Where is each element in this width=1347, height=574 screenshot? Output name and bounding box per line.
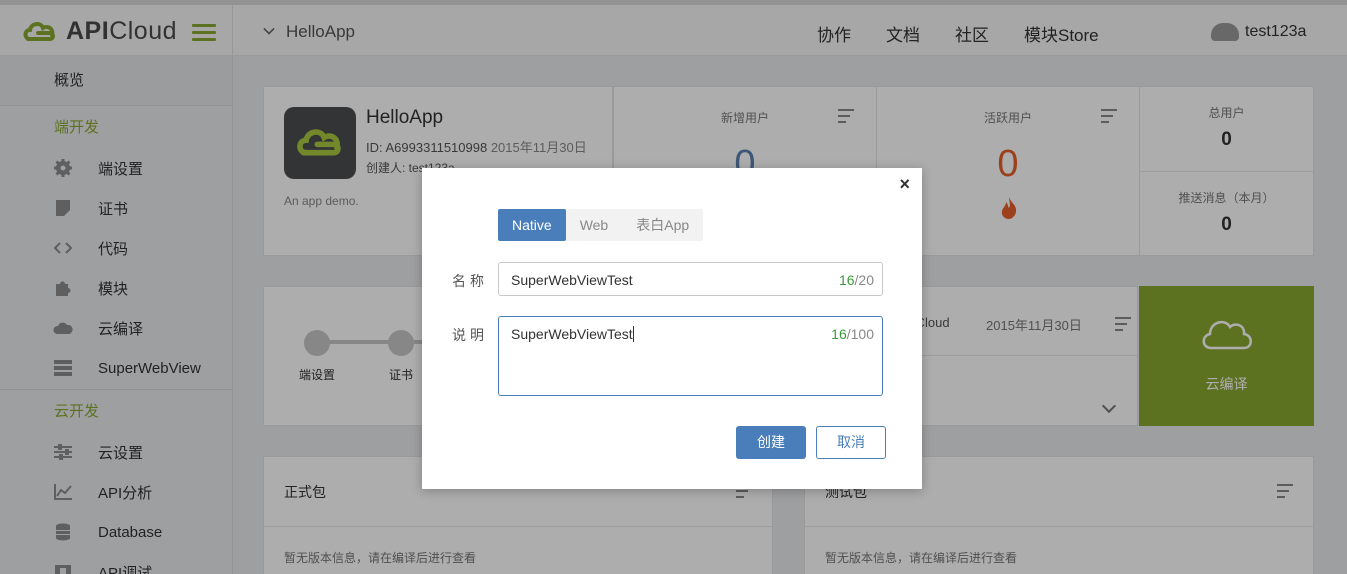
description-label: 说明 — [452, 327, 488, 343]
tab-native[interactable]: Native — [498, 209, 566, 241]
name-label: 名称 — [452, 273, 488, 289]
tab-web[interactable]: Web — [566, 209, 623, 241]
app-type-tabs: Native Web 表白App — [498, 209, 704, 241]
description-field[interactable]: SuperWebViewTest 16/100 — [498, 316, 883, 396]
name-value: SuperWebViewTest — [511, 272, 633, 288]
name-field[interactable]: SuperWebViewTest 16/20 — [498, 262, 883, 296]
description-char-counter: 16/100 — [831, 326, 874, 342]
create-button[interactable]: 创建 — [736, 426, 806, 459]
close-icon[interactable]: × — [899, 174, 910, 195]
create-app-dialog: × Native Web 表白App 名称 SuperWebViewTest 1… — [422, 168, 922, 489]
name-char-counter: 16/20 — [838, 272, 874, 288]
tab-biaobai-app[interactable]: 表白App — [622, 209, 703, 241]
cancel-button[interactable]: 取消 — [816, 426, 886, 459]
description-value: SuperWebViewTest — [511, 326, 634, 342]
